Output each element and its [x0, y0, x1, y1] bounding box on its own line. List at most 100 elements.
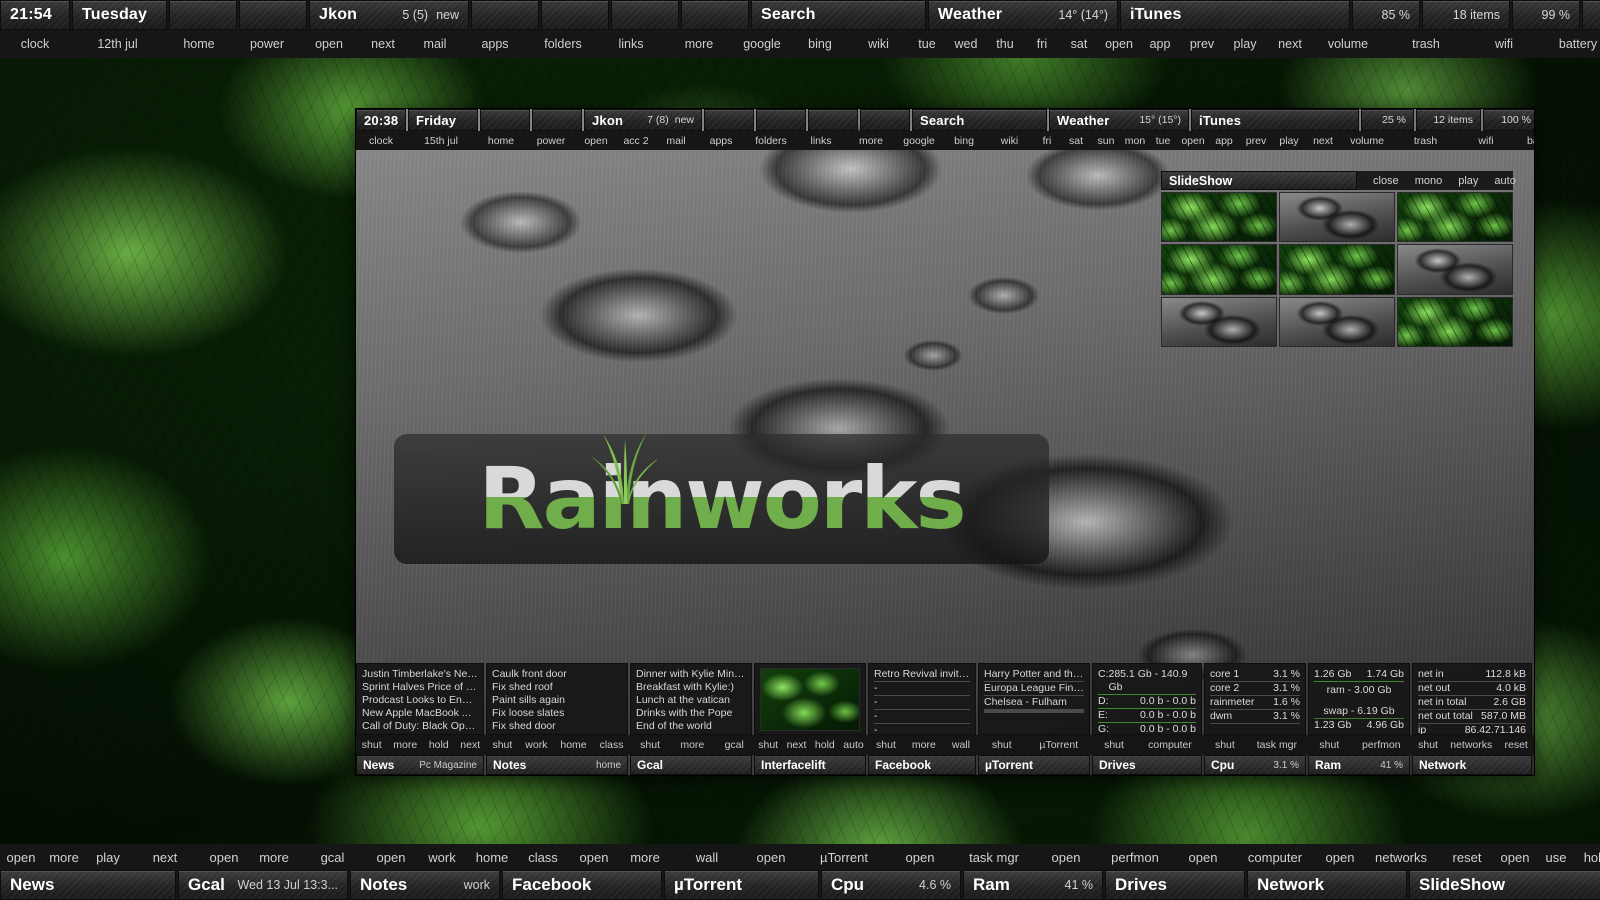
action-volume[interactable]: volume: [1341, 135, 1393, 147]
bottom-action-home[interactable]: home: [467, 850, 517, 865]
panel-action-shut[interactable]: shut: [1418, 739, 1438, 751]
panel-title-cpu[interactable]: Cpu 3.1 %: [1204, 755, 1306, 775]
slideshow-thumbnail-grid[interactable]: [1161, 192, 1513, 347]
action-google[interactable]: google: [896, 135, 942, 147]
slideshow-thumbnail[interactable]: [1161, 244, 1277, 295]
action-fri[interactable]: fri: [1033, 135, 1061, 147]
bottom-title-facebook[interactable]: Facebook: [502, 870, 662, 900]
list-item[interactable]: F**k it, just buy a new shed: [492, 733, 622, 734]
panel-action-more[interactable]: more: [680, 739, 704, 751]
slideshow-thumbnail[interactable]: [1161, 192, 1277, 243]
panel-utorrent[interactable]: Harry Potter and the Cha...Europa League…: [978, 663, 1090, 735]
tile-jkon[interactable]: Jkon 5 (5) new: [309, 0, 469, 30]
action-next[interactable]: next: [357, 37, 409, 51]
tile-20-38[interactable]: 20:38: [356, 109, 406, 131]
list-item[interactable]: Fix shed roof: [492, 681, 622, 694]
panel-title-drives[interactable]: Drives: [1092, 755, 1202, 775]
action-next[interactable]: next: [1266, 37, 1314, 51]
tile-blank-3[interactable]: [239, 0, 307, 30]
slideshow-action-mono[interactable]: mono: [1415, 175, 1443, 187]
bottom-action-more[interactable]: more: [619, 850, 671, 865]
list-item[interactable]: Prodcast Looks to End Buye...: [362, 694, 478, 707]
bottom-action-next[interactable]: next: [130, 850, 200, 865]
action-clock[interactable]: clock: [0, 37, 70, 51]
bottom-action-open[interactable]: open: [569, 850, 619, 865]
tile-21-54[interactable]: 21:54: [0, 0, 70, 30]
action-app[interactable]: app: [1140, 37, 1180, 51]
action-tue[interactable]: tue: [908, 37, 946, 51]
list-item[interactable]: -: [874, 682, 970, 696]
tile-blank-5[interactable]: [471, 0, 539, 30]
action-wiki[interactable]: wiki: [849, 37, 908, 51]
bottom-title-cpu[interactable]: Cpu 4.6 %: [821, 870, 961, 900]
bottom-action-more[interactable]: more: [42, 850, 86, 865]
panel-action-auto[interactable]: auto: [843, 739, 863, 751]
action-links[interactable]: links: [796, 135, 846, 147]
bottom-action-open[interactable]: open: [0, 850, 42, 865]
tile-blank-5[interactable]: [704, 109, 754, 131]
action-fri[interactable]: fri: [1024, 37, 1060, 51]
bottom-action-gcal[interactable]: gcal: [300, 850, 365, 865]
action-wifi[interactable]: wifi: [1458, 135, 1514, 147]
panel-action-shut[interactable]: shut: [876, 739, 896, 751]
slideshow-thumbnail[interactable]: [1279, 296, 1395, 347]
action-prev[interactable]: prev: [1180, 37, 1224, 51]
tile-search[interactable]: Search: [912, 109, 1047, 131]
list-item[interactable]: Harry Potter and the Cha...: [984, 668, 1084, 682]
action-open[interactable]: open: [1098, 37, 1140, 51]
panel-title-network[interactable]: Network: [1412, 755, 1532, 775]
bottom-action-open[interactable]: open: [1319, 850, 1361, 865]
bottom-action-reset[interactable]: reset: [1441, 850, 1493, 865]
action-clock[interactable]: clock: [356, 135, 406, 147]
slideshow-action-play[interactable]: play: [1458, 175, 1478, 187]
list-item[interactable]: Sprint Halves Price of Its NF...: [362, 681, 478, 694]
action-folders[interactable]: folders: [746, 135, 796, 147]
list-item[interactable]: New Apple MacBook Airs Ne...: [362, 707, 478, 720]
action-sat[interactable]: sat: [1060, 37, 1098, 51]
tile-weather[interactable]: Weather 14° (14°): [928, 0, 1118, 30]
list-item[interactable]: Chelsea - Fulham: [984, 696, 1084, 710]
panel-action-shut[interactable]: shut: [1215, 739, 1235, 751]
bottom-title-news[interactable]: News: [0, 870, 176, 900]
tile-search[interactable]: Search: [751, 0, 926, 30]
panel-network[interactable]: net in 112.8 kB net out 4.0 kB net in total 2…: [1412, 663, 1532, 735]
panel-action-work[interactable]: work: [525, 739, 547, 751]
panel-action-task-mgr[interactable]: task mgr: [1257, 739, 1297, 751]
tile-blank-8[interactable]: [681, 0, 749, 30]
panel-ram[interactable]: 1.26 Gb 1.74 Gb ram - 3.00 Gb swap - 6.19 G…: [1308, 663, 1410, 735]
panel-action-computer[interactable]: computer: [1148, 739, 1192, 751]
slideshow-thumbnail[interactable]: [1397, 296, 1513, 347]
action-trash[interactable]: trash: [1382, 37, 1470, 51]
tile-blank-6[interactable]: [756, 109, 806, 131]
bottom-action-class[interactable]: class: [517, 850, 569, 865]
action-wed[interactable]: wed: [946, 37, 986, 51]
list-item[interactable]: Lunch at the vatican: [636, 694, 746, 707]
bottom-action-perfmon[interactable]: perfmon: [1095, 850, 1175, 865]
list-item[interactable]: Breakfast with Kylie:): [636, 681, 746, 694]
bottom-action-open[interactable]: open: [365, 850, 417, 865]
action-battery[interactable]: battery: [1514, 135, 1534, 147]
panel-facebook[interactable]: Retro Revival invited y...-----: [868, 663, 976, 735]
action-bing[interactable]: bing: [942, 135, 986, 147]
panel-action-shut[interactable]: shut: [1319, 739, 1339, 751]
action-apps[interactable]: apps: [696, 135, 746, 147]
list-item[interactable]: End of the world: [636, 720, 746, 733]
action-wiki[interactable]: wiki: [986, 135, 1033, 147]
action-battery[interactable]: battery: [1538, 37, 1600, 51]
panel-action-hold[interactable]: hold: [429, 739, 449, 751]
list-item[interactable]: Dinner with Kylie Minogue: [636, 668, 746, 681]
panel-action-reset[interactable]: reset: [1505, 739, 1528, 751]
bottom-action-open[interactable]: open: [889, 850, 951, 865]
bottom-action-computer[interactable]: computer: [1231, 850, 1319, 865]
panel-action-more[interactable]: more: [393, 739, 417, 751]
action-home[interactable]: home: [476, 135, 526, 147]
panel-title-news[interactable]: News Pc Magazine: [356, 755, 484, 775]
panel-title-gcal[interactable]: Gcal: [630, 755, 752, 775]
tile-blank-2[interactable]: [480, 109, 530, 131]
action-open[interactable]: open: [301, 37, 357, 51]
list-item[interactable]: Call of Duty: Black Ops Anni...: [362, 720, 478, 733]
action-play[interactable]: play: [1224, 37, 1266, 51]
action-thu[interactable]: thu: [986, 37, 1024, 51]
panel-action-next[interactable]: next: [787, 739, 807, 751]
tile-itunes[interactable]: iTunes: [1191, 109, 1359, 131]
